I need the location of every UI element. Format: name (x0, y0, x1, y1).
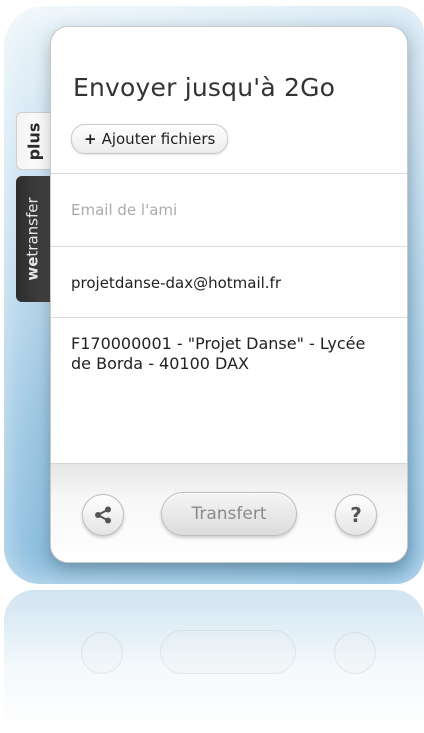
help-button-reflection (334, 632, 376, 674)
panel-header: Envoyer jusqu'à 2Go + Ajouter fichiers (51, 27, 407, 174)
plus-icon: + (84, 130, 97, 148)
tab-wetransfer[interactable]: wetransfer (16, 176, 50, 302)
friend-email-field[interactable] (71, 196, 381, 224)
help-button[interactable]: ? (335, 494, 377, 536)
tab-wetransfer-label: wetransfer (24, 197, 42, 280)
wetransfer-logo-suffix: transfer (24, 197, 42, 257)
footer-reflection (50, 600, 406, 700)
question-mark-icon: ? (350, 503, 362, 527)
sender-email-field[interactable] (71, 269, 381, 297)
add-files-label: Ajouter fichiers (101, 130, 216, 148)
sender-email-row (51, 247, 407, 318)
widget-stage: plus wetransfer Envoyer jusqu'à 2Go + Aj… (0, 0, 424, 733)
wetransfer-logo-prefix: we (24, 256, 42, 281)
message-row: F170000001 - "Projet Danse" - Lycée de B… (51, 318, 407, 464)
tab-plus-label: plus (24, 122, 44, 160)
share-button-reflection (81, 632, 123, 674)
transfer-button[interactable]: Transfert (161, 492, 297, 536)
share-button[interactable] (82, 494, 124, 536)
share-icon (95, 506, 111, 524)
add-files-button[interactable]: + Ajouter fichiers (71, 124, 229, 154)
transfer-button-reflection (160, 630, 296, 674)
transfer-panel: Envoyer jusqu'à 2Go + Ajouter fichiers F… (50, 26, 408, 563)
tab-plus[interactable]: plus (16, 112, 51, 170)
page-title: Envoyer jusqu'à 2Go (73, 73, 336, 102)
panel-footer: Transfert ? (51, 463, 407, 562)
friend-email-row (51, 174, 407, 247)
message-field[interactable]: F170000001 - "Projet Danse" - Lycée de B… (71, 334, 381, 444)
